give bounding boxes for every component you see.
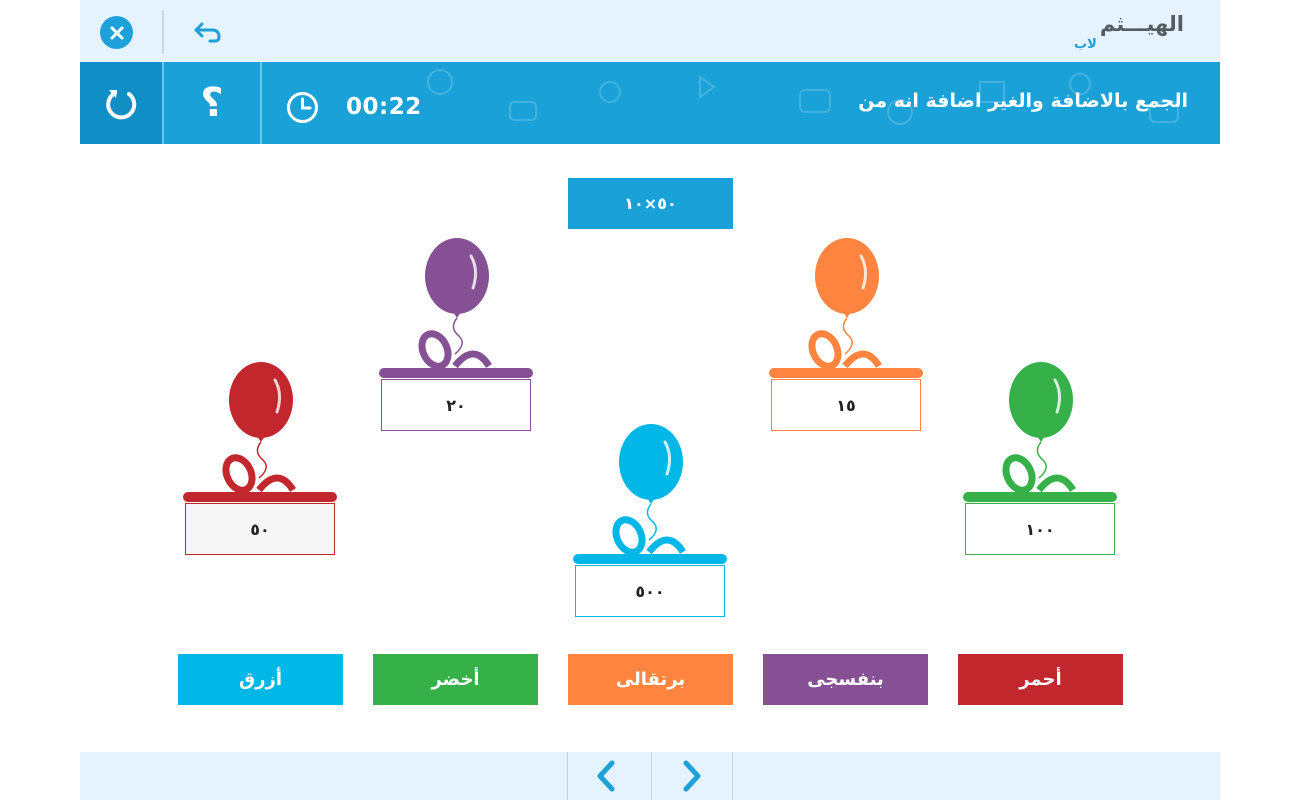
page-title: الجمع بالاضافة والغير اضافة انه من: [858, 90, 1188, 112]
balloon-orange-icon: [769, 238, 923, 378]
game-screen: الهيـــثم لاب ؟ 00:22 الجمع بالاضافة وال…: [80, 0, 1220, 800]
undo-arrow-icon: [194, 22, 221, 43]
header-divider: [260, 62, 262, 144]
bottom-bar: [80, 752, 1220, 800]
gift-orange: ١٥: [769, 238, 923, 431]
top-bar: الهيـــثم لاب: [80, 0, 1220, 62]
answer-box[interactable]: ٥٠٠: [575, 565, 725, 617]
color-button-purple[interactable]: بنفسجى: [763, 654, 928, 705]
question-mark-icon: ؟: [200, 80, 224, 126]
help-button[interactable]: ؟: [164, 62, 260, 144]
gift-purple: ٢٠: [379, 238, 533, 431]
header-band: ؟ 00:22 الجمع بالاضافة والغير اضافة انه …: [80, 62, 1220, 144]
previous-button[interactable]: [586, 758, 626, 794]
answer-box[interactable]: ١٥: [771, 379, 921, 431]
balloon-green-icon: [963, 362, 1117, 502]
nav-divider: [732, 752, 733, 800]
nav-divider: [651, 752, 652, 800]
logo-subtext: لاب: [1074, 37, 1097, 52]
answer-box[interactable]: ١٠٠: [965, 503, 1115, 555]
timer: 00:22: [346, 94, 422, 120]
chevron-right-icon: [683, 760, 701, 792]
clock-icon: [287, 92, 318, 123]
color-button-orange[interactable]: برتقالى: [568, 654, 733, 705]
answer-box[interactable]: ٥٠: [185, 503, 335, 555]
back-button[interactable]: [192, 18, 224, 46]
reset-button[interactable]: [80, 62, 162, 144]
nav-divider: [567, 752, 568, 800]
chevron-left-icon: [597, 760, 615, 792]
answer-box[interactable]: ٢٠: [381, 379, 531, 431]
balloon-blue-icon: [573, 424, 727, 564]
logo-text: الهيـــثم: [1099, 12, 1184, 36]
top-divider: [162, 10, 164, 54]
color-button-blue[interactable]: أزرق: [178, 654, 343, 705]
color-button-red[interactable]: أحمر: [958, 654, 1123, 705]
problem-box: ٥٠×١٠: [568, 178, 733, 229]
balloon-red-icon: [183, 362, 337, 502]
close-button[interactable]: [100, 16, 133, 49]
reload-icon: [106, 90, 137, 120]
color-button-green[interactable]: أخضر: [373, 654, 538, 705]
balloon-purple-icon: [379, 238, 533, 378]
next-button[interactable]: [672, 758, 712, 794]
close-icon: [110, 26, 123, 39]
gift-green: ١٠٠: [963, 362, 1117, 555]
gift-blue: ٥٠٠: [573, 424, 727, 617]
logo: الهيـــثم لاب: [1074, 12, 1184, 52]
gift-red: ٥٠: [183, 362, 337, 555]
